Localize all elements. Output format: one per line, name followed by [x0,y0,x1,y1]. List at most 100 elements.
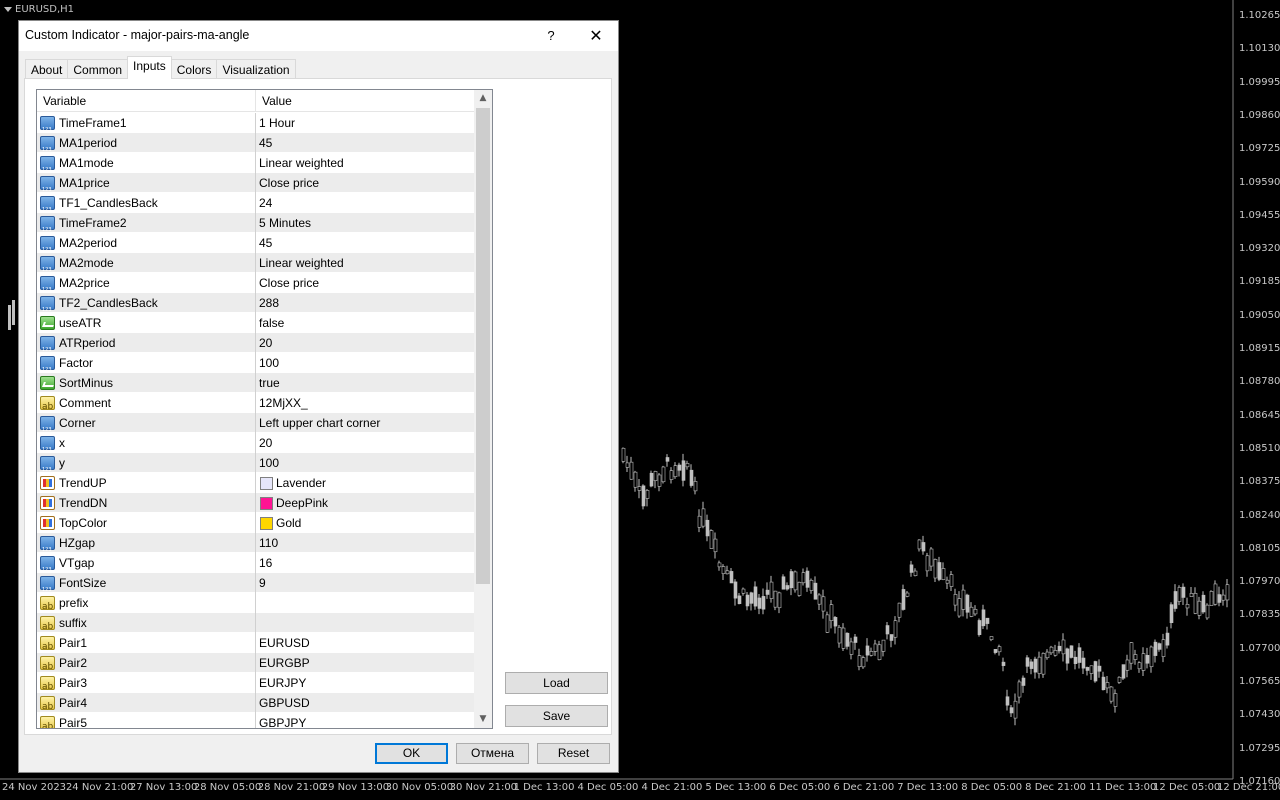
candle-body [1117,676,1122,683]
table-row[interactable]: x 20 [37,433,474,460]
tab-common[interactable]: Common [67,59,129,79]
load-button[interactable]: Load [505,672,608,694]
table-row[interactable]: ATRperiod 20 [37,333,474,360]
close-button[interactable]: ✕ [581,24,611,48]
value-cell[interactable]: 110 [256,533,474,553]
table-row[interactable]: Comment 12MjXX_ [37,393,474,417]
cancel-button[interactable]: Отмена [456,743,529,764]
scroll-up-icon[interactable]: ▲ [474,90,492,107]
dialog-titlebar[interactable]: Custom Indicator - major-pairs-ma-angle … [19,21,618,51]
value-cell[interactable]: 100 [256,353,474,373]
value-cell[interactable]: 24 [256,193,474,213]
tab-colors[interactable]: Colors [170,59,218,79]
value-cell[interactable]: false [256,313,474,333]
table-row[interactable]: VTgap 16 [37,553,474,580]
vertical-scrollbar[interactable]: ▲ ▼ [474,90,492,728]
value-cell[interactable]: GBPJPY [256,713,474,728]
table-row[interactable]: HZgap 110 [37,533,474,560]
table-row[interactable]: TopColor Gold [37,513,474,533]
value-cell[interactable]: EURJPY [256,673,474,693]
value-cell[interactable]: Lavender [256,473,474,493]
value-cell[interactable]: 1 Hour [256,113,474,133]
table-row[interactable]: TrendDN DeepPink [37,493,474,513]
tab-visualization[interactable]: Visualization [216,59,296,79]
value-cell[interactable]: 20 [256,333,474,353]
candle-body [1149,646,1154,668]
value-cell[interactable]: 12MjXX_ [256,393,474,413]
table-row[interactable]: Pair1 EURUSD [37,633,474,657]
table-row[interactable]: TrendUP Lavender [37,473,474,493]
table-row[interactable]: TimeFrame1 1 Hour [37,113,474,140]
tab-about[interactable]: About [25,59,69,79]
tab-bar: About Common Inputs Colors Visualization [25,56,296,79]
value-cell[interactable]: 45 [256,233,474,253]
table-row[interactable]: Pair4 GBPUSD [37,693,474,717]
scrollbar-thumb[interactable] [476,108,490,584]
tab-inputs[interactable]: Inputs [127,56,172,79]
value-cell[interactable]: DeepPink [256,493,474,513]
value-cell[interactable]: 16 [256,553,474,573]
table-row[interactable]: Factor 100 [37,353,474,380]
string-param-icon [40,636,55,657]
table-row[interactable]: useATR false [37,313,474,333]
numeric-param-icon [40,156,55,180]
table-row[interactable]: MA1price Close price [37,173,474,200]
candle-body [913,570,918,576]
value-cell[interactable]: 288 [256,293,474,313]
table-row[interactable]: TF1_CandlesBack 24 [37,193,474,220]
table-row[interactable]: Pair3 EURJPY [37,673,474,697]
candle-body [621,447,626,462]
table-row[interactable]: MA2period 45 [37,233,474,260]
table-row[interactable]: Pair5 GBPJPY [37,713,474,728]
candle-body [825,614,830,633]
value-cell[interactable]: EURGBP [256,653,474,673]
variable-name: MA1price [59,176,110,190]
candle-body [1053,650,1058,656]
scroll-down-icon[interactable]: ▼ [474,711,492,728]
table-row[interactable]: y 100 [37,453,474,480]
value-cell[interactable]: Close price [256,273,474,293]
table-row[interactable]: FontSize 9 [37,573,474,600]
value-cell[interactable]: 45 [256,133,474,153]
price-tick-label: 1.09995 [1239,76,1280,88]
value-cell[interactable]: Close price [256,173,474,193]
value-cell[interactable] [256,613,474,633]
help-button[interactable]: ? [539,24,563,48]
table-row[interactable]: MA2mode Linear weighted [37,253,474,280]
table-row[interactable]: prefix [37,593,474,617]
column-header-variable[interactable]: Variable [37,90,256,112]
candle-body [649,472,654,487]
value-cell[interactable]: Left upper chart corner [256,413,474,433]
ok-button[interactable]: OK [375,743,448,764]
value-cell[interactable]: 9 [256,573,474,593]
table-row[interactable]: suffix [37,613,474,637]
value-cell[interactable]: EURUSD [256,633,474,653]
value-text: 45 [259,136,273,150]
value-text: EURJPY [259,676,307,690]
value-cell[interactable]: 20 [256,433,474,453]
variable-name: Corner [59,416,96,430]
table-row[interactable]: MA1mode Linear weighted [37,153,474,180]
price-tick-label: 1.08510 [1239,442,1280,454]
table-row[interactable]: Pair2 EURGBP [37,653,474,677]
reset-button[interactable]: Reset [537,743,610,764]
value-cell[interactable]: true [256,373,474,393]
column-header-value[interactable]: Value [256,90,474,112]
value-cell[interactable] [256,593,474,613]
chart-symbol-label[interactable]: EURUSD,H1 [4,4,74,15]
value-cell[interactable]: Linear weighted [256,153,474,173]
table-row[interactable]: Corner Left upper chart corner [37,413,474,440]
table-row[interactable]: MA2price Close price [37,273,474,300]
candle-body [801,572,806,584]
save-button[interactable]: Save [505,705,608,727]
value-cell[interactable]: GBPUSD [256,693,474,713]
value-cell[interactable]: 100 [256,453,474,473]
table-row[interactable]: TF2_CandlesBack 288 [37,293,474,320]
table-row[interactable]: TimeFrame2 5 Minutes [37,213,474,240]
value-cell[interactable]: 5 Minutes [256,213,474,233]
value-cell[interactable]: Linear weighted [256,253,474,273]
table-row[interactable]: SortMinus true [37,373,474,393]
candle-body [1077,647,1082,663]
value-cell[interactable]: Gold [256,513,474,533]
table-row[interactable]: MA1period 45 [37,133,474,160]
